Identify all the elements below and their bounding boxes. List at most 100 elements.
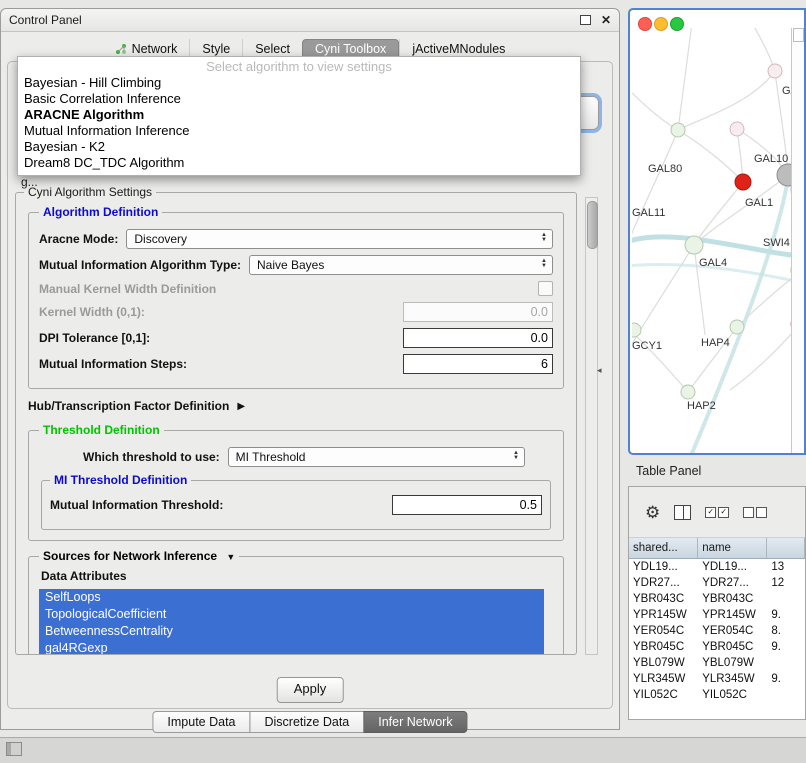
network-node-gal4[interactable] <box>685 236 703 254</box>
gear-icon[interactable]: ⚙ <box>645 504 660 521</box>
dropdown-item[interactable]: Mutual Information Inference <box>18 123 580 139</box>
select-all-columns-icon[interactable]: ✓ ✓ <box>705 507 729 518</box>
table-row[interactable]: YBR045C YBR045C 9. <box>629 639 805 655</box>
mi-threshold-input[interactable] <box>392 495 542 515</box>
tab-impute-data[interactable]: Impute Data <box>152 711 250 733</box>
dropdown-item[interactable]: Bayesian - Hill Climbing <box>18 75 580 91</box>
dropdown-item[interactable]: Dream8 DC_TDC Algorithm <box>18 155 580 171</box>
which-threshold-value: MI Threshold <box>236 450 306 464</box>
node-label[interactable]: GAL80 <box>648 163 682 175</box>
control-panel-titlebar[interactable]: Control Panel ✕ <box>1 9 619 32</box>
manual-kernel-width-label: Manual Kernel Width Definition <box>39 282 216 296</box>
table-row[interactable]: YBL079W YBL079W <box>629 655 805 671</box>
node-label[interactable]: GCY1 <box>632 340 662 352</box>
cell: YER054C <box>629 625 698 637</box>
expand-arrow-icon: ▶ <box>237 401 245 412</box>
node-label[interactable]: GAL4 <box>699 257 727 269</box>
table-row[interactable]: YBR043C YBR043C <box>629 591 805 607</box>
list-item[interactable]: BetweennessCentrality <box>39 623 544 640</box>
combo-arrows-icon: ▲▼ <box>541 233 547 242</box>
manual-kernel-width-checkbox[interactable] <box>538 281 553 296</box>
cell: YIL052C <box>698 689 767 701</box>
table-row[interactable]: YPR145W YPR145W 9. <box>629 607 805 623</box>
table-row[interactable]: YER054C YER054C 8. <box>629 623 805 639</box>
dpi-tolerance-label: DPI Tolerance [0,1]: <box>39 331 150 345</box>
settings-scrollbar[interactable] <box>585 197 598 655</box>
aracne-mode-value: Discovery <box>134 232 187 246</box>
cell: YER054C <box>698 625 767 637</box>
node-label[interactable]: HAP2 <box>687 400 716 412</box>
dropdown-item[interactable]: Basic Correlation Inference <box>18 91 580 107</box>
sources-title: Sources for Network Inference <box>43 549 217 563</box>
tab-discretize-data[interactable]: Discretize Data <box>250 711 365 733</box>
node-label[interactable]: GAL1 <box>745 197 773 209</box>
tab-infer-network[interactable]: Infer Network <box>363 711 467 733</box>
collapse-arrow-icon: ▼ <box>226 552 235 562</box>
kernel-width-input[interactable] <box>403 302 553 322</box>
dropdown-item[interactable]: Bayesian - K2 <box>18 139 580 155</box>
apply-button[interactable]: Apply <box>277 677 344 703</box>
columns-icon[interactable] <box>674 505 691 520</box>
column-header[interactable]: name <box>698 538 767 558</box>
cell: 12 <box>767 577 805 589</box>
data-attributes-list: SelfLoops TopologicalCoefficient Between… <box>39 589 544 655</box>
list-item[interactable]: SelfLoops <box>39 589 544 606</box>
table-row[interactable]: YLR345W YLR345W 9. <box>629 671 805 687</box>
scrollbar-thumb[interactable] <box>587 201 598 249</box>
network-node[interactable] <box>671 123 685 137</box>
node-label[interactable]: HAP4 <box>701 337 730 349</box>
mi-algorithm-type-select[interactable]: Naive Bayes ▲▼ <box>249 255 553 275</box>
hub-definition-expander[interactable]: Hub/Transcription Factor Definition ▶ <box>28 399 568 413</box>
column-header[interactable] <box>767 538 805 558</box>
table-row[interactable]: YIL052C YIL052C <box>629 687 805 703</box>
group-title: Algorithm Definition <box>39 205 162 219</box>
cell: 13 <box>767 561 805 573</box>
panel-splitter-arrow-icon[interactable]: ◂ <box>597 365 602 376</box>
combo-arrows-icon: ▲▼ <box>513 451 519 460</box>
list-item[interactable]: gal4RGexp <box>39 640 544 655</box>
cell: YBR045C <box>698 641 767 653</box>
node-label[interactable]: GAL10 <box>754 153 788 165</box>
network-node[interactable] <box>632 323 641 337</box>
bottom-status-bar <box>0 737 806 763</box>
table-row[interactable]: YDL19... YDL19... 13 <box>629 559 805 575</box>
network-vertical-scrollbar[interactable] <box>791 28 804 453</box>
minimized-panel-icon[interactable] <box>6 742 22 756</box>
table-body: YDL19... YDL19... 13 YDR27... YDR27... 1… <box>629 559 805 703</box>
cell: YPR145W <box>698 609 767 621</box>
float-window-icon[interactable] <box>580 15 591 25</box>
cell: YLR345W <box>629 673 698 685</box>
network-canvas[interactable]: GAL80 GAL10 GAL11 GAL1 SWI4 GAL4 GCY1 HA… <box>632 28 794 453</box>
mi-steps-input[interactable] <box>403 354 553 374</box>
sources-expander[interactable]: Sources for Network Inference ▼ <box>39 549 239 563</box>
network-scrollbar-button[interactable] <box>793 28 804 42</box>
network-view-window[interactable]: GAL80 GAL10 GAL11 GAL1 SWI4 GAL4 GCY1 HA… <box>628 8 806 455</box>
network-node[interactable] <box>768 64 782 78</box>
cell: 8. <box>767 625 805 637</box>
network-node[interactable] <box>730 320 744 334</box>
network-node-gal10-neighbor[interactable] <box>735 174 751 190</box>
mi-threshold-definition-group: MI Threshold Definition Mutual Informati… <box>41 473 551 530</box>
network-node-hap2[interactable] <box>681 385 695 399</box>
control-panel-window: Control Panel ✕ Network Style Select Cyn… <box>0 8 620 730</box>
node-label[interactable]: SWI4 <box>763 237 790 249</box>
tab-label: Select <box>255 42 290 56</box>
dpi-tolerance-input[interactable] <box>403 328 553 348</box>
aracne-mode-select[interactable]: Discovery ▲▼ <box>126 229 553 249</box>
which-threshold-select[interactable]: MI Threshold ▲▼ <box>228 447 525 467</box>
list-item[interactable]: TopologicalCoefficient <box>39 606 544 623</box>
node-label[interactable]: GAL11 <box>632 207 665 219</box>
cyni-algorithm-settings-group: Cyni Algorithm Settings Algorithm Defini… <box>15 185 577 655</box>
network-node[interactable] <box>730 122 744 136</box>
dropdown-item-selected[interactable]: ARACNE Algorithm <box>18 107 580 123</box>
unchecked-box-icon <box>756 507 767 518</box>
column-header[interactable]: shared... <box>629 538 698 558</box>
unchecked-box-icon <box>743 507 754 518</box>
cell: 9. <box>767 673 805 685</box>
table-row[interactable]: YDR27... YDR27... 12 <box>629 575 805 591</box>
cell: YDL19... <box>698 561 767 573</box>
occluded-text-fragment: g... <box>21 175 38 189</box>
table-header-row: shared... name <box>629 538 805 559</box>
close-window-icon[interactable]: ✕ <box>601 14 611 26</box>
deselect-all-columns-icon[interactable] <box>743 507 767 518</box>
